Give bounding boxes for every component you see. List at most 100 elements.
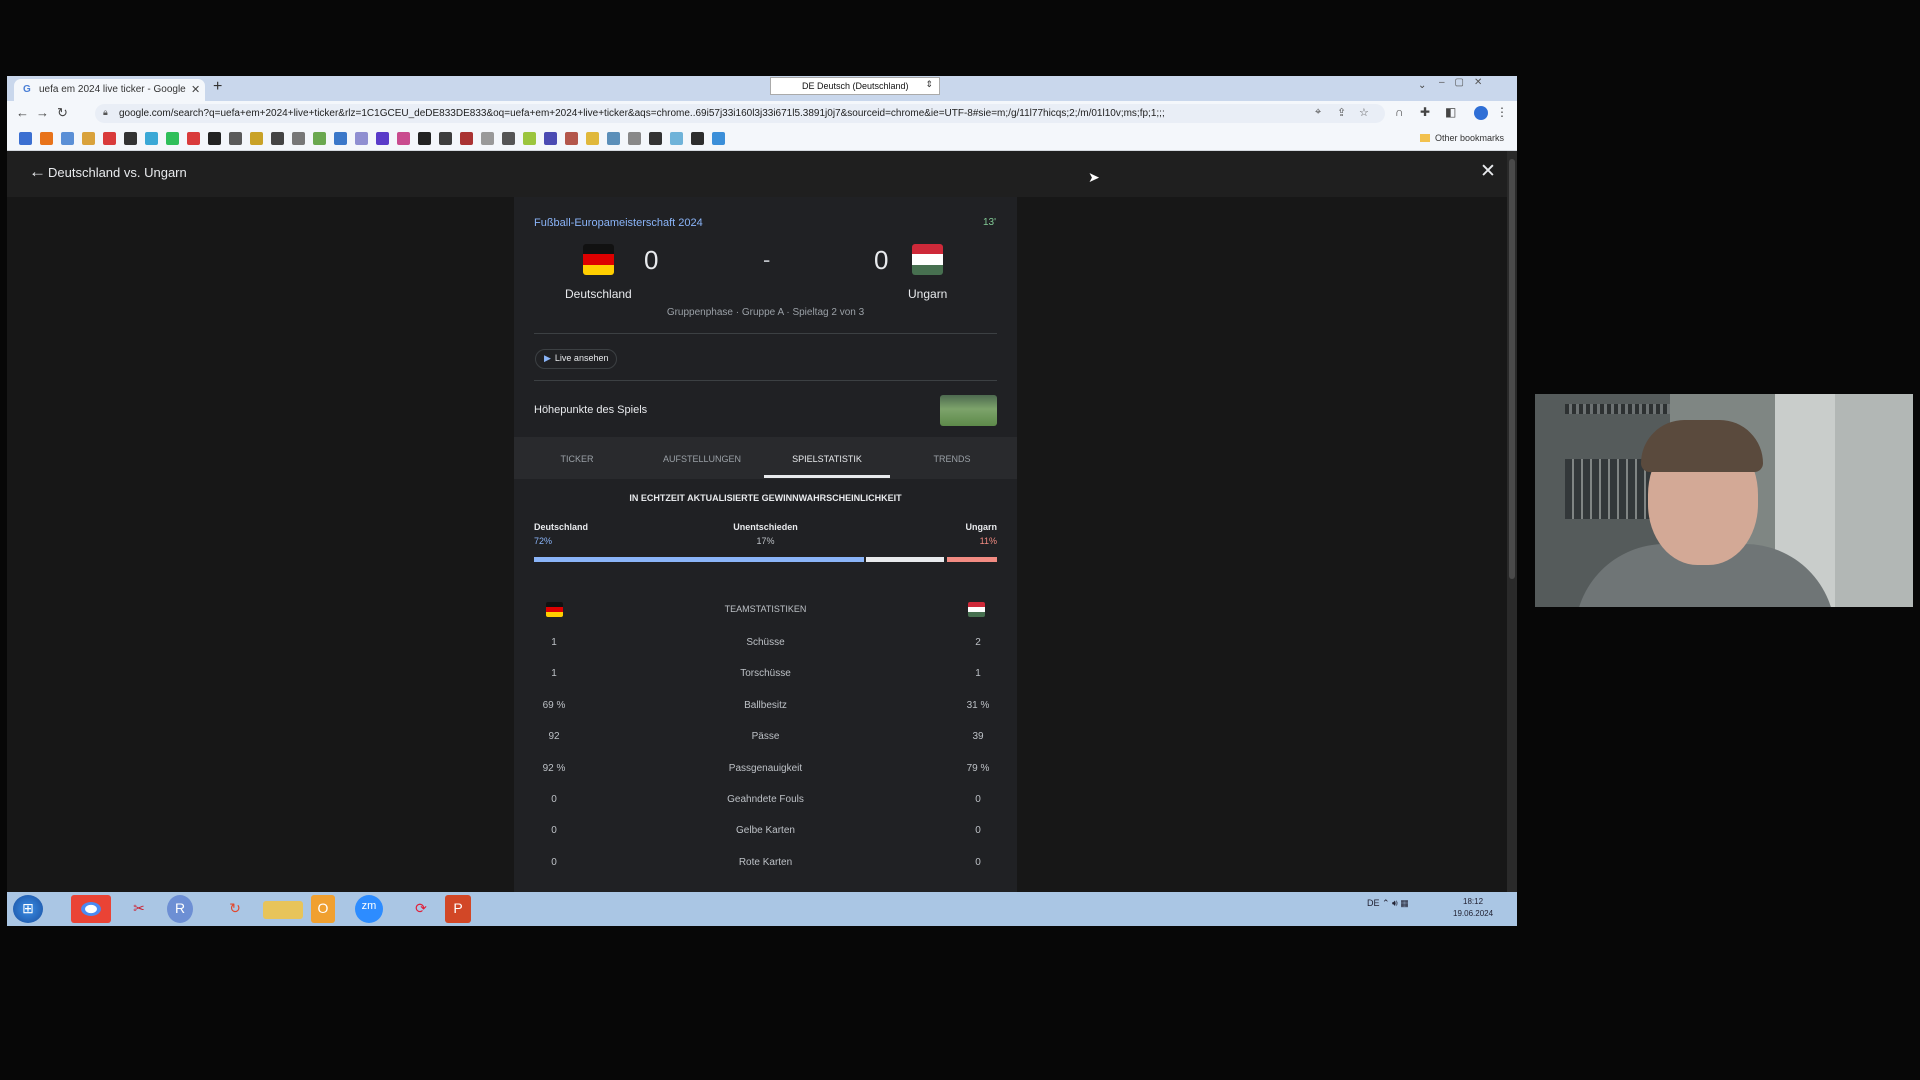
extension-icon[interactable]: ∩	[1395, 105, 1404, 119]
bookmark-icon[interactable]	[523, 132, 536, 145]
bookmark-icon[interactable]	[355, 132, 368, 145]
location-icon[interactable]: ⌖	[1315, 106, 1321, 119]
browser-tab[interactable]: G uefa em 2024 live ticker - Google ✕	[14, 79, 205, 101]
stat-label: Pässe	[751, 731, 780, 742]
tab-ticker[interactable]: TICKER	[514, 454, 640, 464]
stat-label: Schüsse	[746, 637, 785, 648]
bookmark-star-icon[interactable]: ☆	[1359, 106, 1369, 119]
system-clock[interactable]: 18:12 19.06.2024	[1453, 896, 1493, 920]
stat-home: 92	[548, 731, 560, 742]
away-team-name[interactable]: Ungarn	[908, 287, 947, 301]
bookmark-icon[interactable]	[460, 132, 473, 145]
win-probability-heading: IN ECHTZEIT AKTUALISIERTE GEWINNWAHRSCHE…	[629, 493, 902, 503]
bookmark-icon[interactable]	[61, 132, 74, 145]
bookmark-icon[interactable]	[145, 132, 158, 145]
tab-aufstellungen[interactable]: AUFSTELLUNGEN	[639, 454, 765, 464]
system-tray[interactable]: DE ⌃ 🔊︎ ▦	[1367, 898, 1409, 909]
active-tab-indicator	[764, 475, 890, 478]
tab-trends[interactable]: TRENDS	[889, 454, 1015, 464]
bookmark-icon[interactable]	[124, 132, 137, 145]
bookmark-icon[interactable]	[376, 132, 389, 145]
profile-avatar-icon[interactable]	[1474, 106, 1488, 120]
close-icon[interactable]: ✕	[1480, 160, 1496, 183]
forward-icon[interactable]: →	[36, 105, 49, 120]
bookmark-icon[interactable]	[439, 132, 452, 145]
bookmark-icon[interactable]	[292, 132, 305, 145]
wp-draw-label: Unentschieden	[733, 522, 798, 532]
bookmark-icon[interactable]	[250, 132, 263, 145]
reload-icon[interactable]: ↻	[57, 105, 68, 121]
bookmark-icon[interactable]	[82, 132, 95, 145]
chrome-icon[interactable]	[71, 895, 111, 923]
bookmark-icon[interactable]	[481, 132, 494, 145]
home-team-name[interactable]: Deutschland	[565, 287, 632, 301]
google-favicon-icon: G	[23, 84, 31, 95]
puzzle-icon[interactable]: ✚	[1420, 105, 1430, 119]
file-explorer-icon[interactable]	[263, 901, 303, 919]
stat-row: 92 % Passgenauigkeit 79 %	[514, 763, 1017, 794]
outlook-icon[interactable]: O	[311, 895, 335, 923]
bookmark-icon[interactable]	[418, 132, 431, 145]
zoom-icon[interactable]: zm	[355, 895, 383, 923]
page-content: ← Deutschland vs. Ungarn ✕ Fußball-Europ…	[7, 151, 1507, 892]
bookmark-icon[interactable]	[628, 132, 641, 145]
bookmark-icon[interactable]	[40, 132, 53, 145]
page-header: ← Deutschland vs. Ungarn ✕	[7, 151, 1507, 197]
competition-link[interactable]: Fußball-Europameisterschaft 2024	[534, 217, 703, 229]
powerpoint-icon[interactable]: P	[445, 895, 471, 923]
scrollbar-thumb[interactable]	[1509, 159, 1515, 579]
tray-language[interactable]: DE	[1367, 898, 1380, 908]
lock-icon[interactable]: 🔒︎	[103, 107, 108, 118]
bookmark-icon[interactable]	[607, 132, 620, 145]
snipping-tool-icon[interactable]: ✂	[119, 895, 159, 923]
highlights-label[interactable]: Höhepunkte des Spiels	[534, 404, 647, 416]
bookmark-icon[interactable]	[586, 132, 599, 145]
bookmark-icon[interactable]	[670, 132, 683, 145]
bookmark-icon[interactable]	[397, 132, 410, 145]
share-icon[interactable]: ⇪	[1337, 106, 1346, 119]
back-icon[interactable]: ←	[16, 105, 29, 120]
bookmark-icon[interactable]	[334, 132, 347, 145]
tab-spielstatistik[interactable]: SPIELSTATISTIK	[764, 454, 890, 464]
bookmark-icon[interactable]	[19, 132, 32, 145]
stat-home: 1	[551, 668, 557, 679]
bookmark-icon[interactable]	[712, 132, 725, 145]
highlights-thumbnail[interactable]	[940, 395, 997, 426]
backup-icon[interactable]: ⟳	[401, 895, 441, 923]
tab-close-icon[interactable]: ✕	[191, 83, 200, 96]
other-bookmarks[interactable]: Other bookmarks	[1420, 133, 1504, 143]
watch-live-button[interactable]: ▶ Live ansehen	[535, 349, 618, 369]
bookmark-icon[interactable]	[691, 132, 704, 145]
r-icon[interactable]: R	[167, 895, 193, 923]
new-tab-button[interactable]: +	[213, 78, 222, 96]
bookmark-icon[interactable]	[271, 132, 284, 145]
stat-away: 2	[975, 637, 981, 648]
menu-kebab-icon[interactable]: ⋮	[1496, 105, 1508, 119]
bookmark-icon[interactable]	[166, 132, 179, 145]
page-scrollbar[interactable]	[1507, 151, 1517, 892]
win-probability-bar	[534, 557, 997, 562]
windows-start-icon[interactable]: ⊞	[13, 895, 43, 923]
bookmark-icon[interactable]	[565, 132, 578, 145]
stat-label: Passgenauigkeit	[728, 763, 803, 774]
url-text[interactable]: google.com/search?q=uefa+em+2024+live+ti…	[119, 108, 1259, 119]
side-panel-icon[interactable]: ◧	[1445, 105, 1456, 119]
bookmark-icon[interactable]	[502, 132, 515, 145]
bookmark-icon[interactable]	[103, 132, 116, 145]
address-bar[interactable]: 🔒︎ google.com/search?q=uefa+em+2024+live…	[95, 104, 1385, 123]
germany-flag-icon	[583, 244, 614, 275]
back-arrow-icon[interactable]: ←	[29, 162, 46, 182]
language-select[interactable]: DE Deutsch (Deutschland) ⇕	[770, 77, 940, 95]
tab-search-icon[interactable]: ⌄	[1418, 80, 1426, 91]
stat-label: Gelbe Karten	[736, 825, 795, 836]
match-tabs: TICKER AUFSTELLUNGEN SPIELSTATISTIK TREN…	[514, 437, 1017, 479]
bookmark-icon[interactable]	[208, 132, 221, 145]
bookmark-icon[interactable]	[187, 132, 200, 145]
bookmark-icon[interactable]	[313, 132, 326, 145]
bookmarks-bar: Other bookmarks	[7, 126, 1517, 151]
bookmark-icon[interactable]	[544, 132, 557, 145]
window-controls[interactable]: –▢✕	[1439, 77, 1492, 88]
restore-icon[interactable]: ↻	[215, 895, 255, 923]
bookmark-icon[interactable]	[229, 132, 242, 145]
bookmark-icon[interactable]	[649, 132, 662, 145]
